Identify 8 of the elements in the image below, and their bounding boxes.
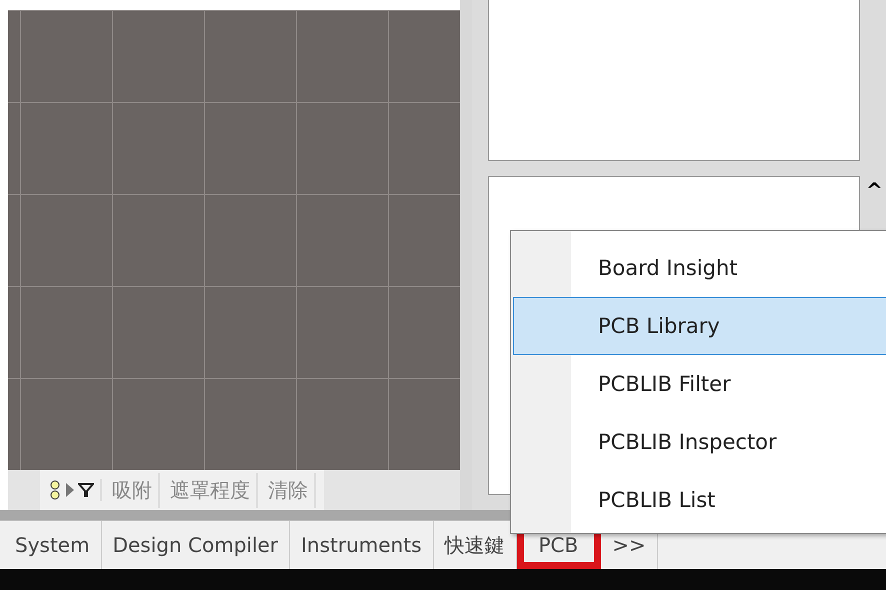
scroll-up-button[interactable]: ^ (866, 180, 883, 200)
menu-item[interactable]: PCB Library (513, 297, 886, 355)
menu-item[interactable]: Board Insight (513, 239, 886, 297)
connector-icon[interactable] (48, 479, 62, 501)
menu-item[interactable]: PCBLIB Inspector (513, 413, 886, 471)
filter-icon[interactable] (78, 483, 94, 497)
expand-icon[interactable] (66, 483, 74, 497)
menu-item[interactable]: PCBLIB Filter (513, 355, 886, 413)
